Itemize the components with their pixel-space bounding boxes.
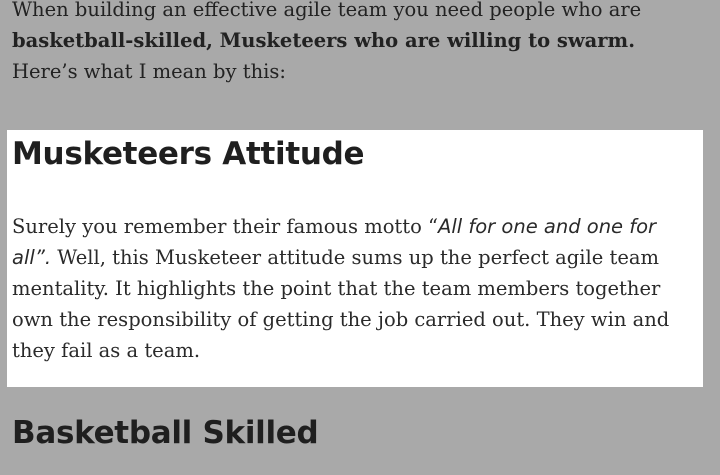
- musketeers-attitude-paragraph: Surely you remember their famous motto “…: [12, 211, 698, 366]
- basketball-skilled-heading: Basketball Skilled: [12, 415, 319, 451]
- intro-text-start: When building an effective agile team yo…: [12, 0, 642, 21]
- musketeers-attitude-heading: Musketeers Attitude: [12, 136, 365, 172]
- intro-bold-text: basketball-skilled, Musketeers who are w…: [12, 29, 635, 52]
- paragraph-text-end: Well, this Musketeer attitude sums up th…: [12, 246, 670, 362]
- musketeers-attitude-card: Musketeers Attitude Surely you remember …: [7, 130, 703, 387]
- intro-text-end: Here’s what I mean by this:: [12, 60, 286, 83]
- intro-paragraph: When building an effective agile team yo…: [12, 0, 702, 87]
- paragraph-text-start: Surely you remember their famous motto “: [12, 215, 439, 238]
